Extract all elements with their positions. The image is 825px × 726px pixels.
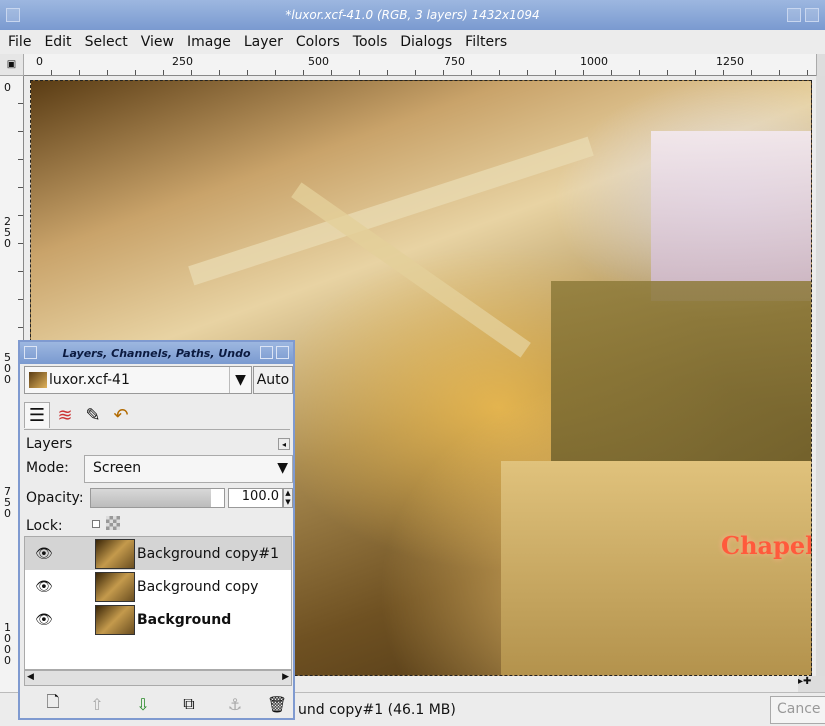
menu-dialogs[interactable]: Dialogs — [400, 34, 452, 50]
dialog-tabs: ☰ ≋ ✎ ↶ — [24, 398, 290, 430]
chevron-down-icon[interactable]: ▼ — [229, 367, 251, 393]
new-layer-icon[interactable]: 🗋 — [38, 690, 68, 718]
opacity-label: Opacity: — [26, 490, 84, 506]
channels-icon[interactable]: ≋ — [52, 402, 78, 428]
layer-name: Background copy — [137, 578, 259, 595]
auto-button[interactable]: Auto — [253, 366, 293, 394]
ruler-label: 750 — [4, 485, 11, 520]
canvas-photo-region — [501, 461, 811, 675]
duplicate-layer-icon[interactable]: ⧉ — [174, 690, 204, 718]
delete-layer-icon[interactable]: 🗑 — [262, 690, 292, 718]
opacity-value-field[interactable]: 100.0 — [228, 488, 283, 508]
cancel-button[interactable]: Cance — [770, 696, 825, 724]
opacity-slider[interactable] — [90, 488, 225, 508]
layer-row[interactable]: 👁 Background — [25, 603, 291, 636]
layer-thumbnail — [95, 604, 135, 635]
close-icon[interactable] — [276, 346, 289, 359]
layer-row[interactable]: 👁 Background copy — [25, 570, 291, 603]
window-title: *luxor.xcf-41.0 (RGB, 3 layers) 1432x109… — [285, 8, 540, 22]
tab-menu-icon[interactable]: ◂ — [278, 438, 290, 450]
ruler-label: 0 — [4, 81, 11, 94]
lower-layer-icon[interactable]: ⇩ — [128, 690, 158, 718]
layers-icon[interactable]: ☰ — [24, 402, 50, 428]
undo-icon[interactable]: ↶ — [108, 402, 134, 428]
image-selector[interactable]: luxor.xcf-41 ▼ — [24, 366, 252, 394]
ruler-label: 0 — [36, 55, 43, 68]
quick-mask-toggle[interactable]: ▣ — [0, 54, 24, 76]
window-title-bar[interactable]: *luxor.xcf-41.0 (RGB, 3 layers) 1432x109… — [0, 0, 825, 30]
ruler-label: 500 — [308, 55, 329, 68]
image-thumbnail — [29, 372, 47, 388]
menu-view[interactable]: View — [141, 34, 174, 50]
mode-label: Mode: — [26, 460, 69, 476]
minimize-icon[interactable] — [787, 8, 801, 22]
status-text: und copy#1 (46.1 MB) — [298, 702, 456, 718]
menu-bar: File Edit Select View Image Layer Colors… — [0, 30, 825, 54]
lock-label: Lock: — [26, 518, 63, 534]
window-menu-icon[interactable] — [6, 8, 20, 22]
opacity-slider-fill — [91, 489, 211, 507]
menu-tools[interactable]: Tools — [353, 34, 388, 50]
chevron-down-icon: ▼ — [277, 460, 288, 476]
dialog-menu-icon[interactable] — [24, 346, 37, 359]
minimize-icon[interactable] — [260, 346, 273, 359]
layer-thumbnail — [95, 571, 135, 602]
lock-alpha-checkbox[interactable] — [92, 520, 100, 528]
layer-thumbnail — [95, 538, 135, 569]
layer-actions-bar: 🗋 ⇧ ⇩ ⧉ ⚓ 🗑 — [24, 690, 292, 718]
ruler-label: 1250 — [716, 55, 744, 68]
menu-filters[interactable]: Filters — [465, 34, 507, 50]
ruler-label: 1000 — [4, 621, 11, 667]
horizontal-ruler[interactable]: 0 250 500 750 1000 1250 — [24, 54, 816, 76]
ruler-label: 500 — [4, 351, 11, 386]
menu-image[interactable]: Image — [187, 34, 231, 50]
anchor-icon[interactable]: ⚓ — [220, 690, 250, 718]
ruler-label: 250 — [172, 55, 193, 68]
scroll-right-icon[interactable]: ▶ — [282, 672, 289, 682]
layer-name: Background — [137, 611, 232, 628]
section-label: Layers — [26, 436, 73, 452]
menu-edit[interactable]: Edit — [44, 34, 71, 50]
vertical-scrollbar[interactable] — [816, 76, 825, 676]
eye-icon[interactable]: 👁 — [35, 546, 53, 562]
layer-list-scrollbar[interactable]: ◀ ▶ — [24, 670, 292, 686]
navigate-icon[interactable] — [816, 54, 825, 76]
layer-list: 👁 Background copy#1 👁 Background copy 👁 … — [24, 536, 292, 670]
paths-icon[interactable]: ✎ — [80, 402, 106, 428]
scroll-left-icon[interactable]: ◀ — [27, 672, 34, 682]
ruler-label: 750 — [444, 55, 465, 68]
layer-name: Background copy#1 — [137, 545, 280, 562]
eye-icon[interactable]: 👁 — [35, 579, 53, 595]
menu-select[interactable]: Select — [85, 34, 128, 50]
ruler-label: 250 — [4, 215, 11, 250]
mode-select[interactable]: Screen ▼ — [84, 455, 293, 483]
mode-value: Screen — [93, 460, 142, 476]
lock-alpha-icon — [106, 516, 120, 530]
menu-file[interactable]: File — [8, 34, 31, 50]
menu-colors[interactable]: Colors — [296, 34, 340, 50]
image-name: luxor.xcf-41 — [49, 372, 130, 388]
canvas-photo-region — [651, 131, 811, 301]
opacity-spinner[interactable]: ▲ ▼ — [283, 488, 293, 508]
ruler-label: 1000 — [580, 55, 608, 68]
menu-layer[interactable]: Layer — [244, 34, 283, 50]
close-icon[interactable] — [805, 8, 819, 22]
canvas-sign-text: Chapel — [721, 531, 812, 560]
dialog-title-bar[interactable]: Layers, Channels, Paths, Undo — [20, 342, 293, 364]
zoom-to-fit-icon[interactable]: ▸✚ — [798, 676, 825, 692]
layers-dialog: Layers, Channels, Paths, Undo luxor.xcf-… — [18, 340, 295, 720]
dialog-title: Layers, Channels, Paths, Undo — [62, 346, 251, 360]
eye-icon[interactable]: 👁 — [35, 612, 53, 628]
raise-layer-icon[interactable]: ⇧ — [82, 690, 112, 718]
layer-row[interactable]: 👁 Background copy#1 — [25, 537, 291, 570]
